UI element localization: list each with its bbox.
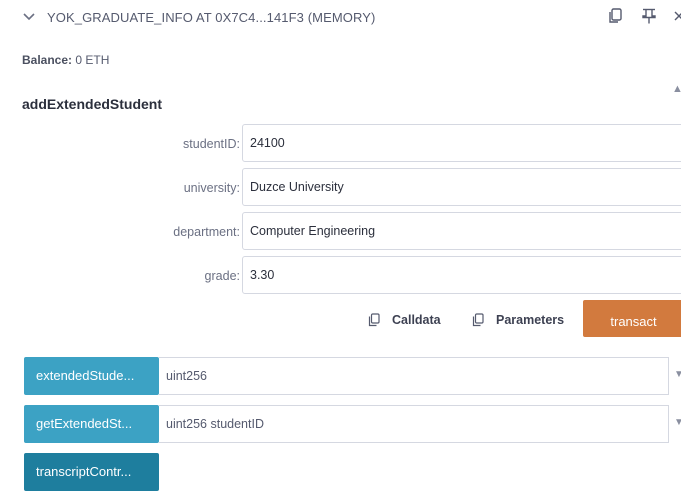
param-label-grade: grade: <box>204 269 240 283</box>
function-title: addExtendedStudent <box>22 96 163 112</box>
extendedstudents-button[interactable]: extendedStude... <box>24 357 159 395</box>
contract-title: YOK_GRADUATE_INFO AT 0X7C4...141F3 (MEMO… <box>47 10 376 25</box>
parameters-button[interactable]: Parameters <box>496 313 564 327</box>
grade-input[interactable]: 3.30 <box>242 256 681 294</box>
getextendedstudent-input[interactable]: uint256 studentID <box>159 405 669 443</box>
extendedstudents-input[interactable]: uint256 <box>159 357 669 395</box>
calldata-button[interactable]: Calldata <box>392 313 441 327</box>
university-input[interactable]: Duzce University <box>242 168 681 206</box>
param-label-department: department: <box>173 225 240 239</box>
copy-calldata-icon[interactable] <box>367 313 381 327</box>
param-label-university: university: <box>183 181 240 195</box>
copy-parameters-icon[interactable] <box>471 313 485 327</box>
close-icon[interactable] <box>672 7 681 25</box>
transcriptcontract-button[interactable]: transcriptContr... <box>24 453 159 491</box>
pin-icon[interactable] <box>640 7 658 25</box>
copy-icon[interactable] <box>606 7 624 25</box>
balance-label: Balance: <box>22 53 73 67</box>
studentid-input[interactable]: 24100 <box>242 124 681 162</box>
balance-value: 0 ETH <box>75 53 110 67</box>
transact-button[interactable]: transact <box>583 300 681 337</box>
getextendedstudent-button[interactable]: getExtendedSt... <box>24 405 159 443</box>
chevron-down-icon[interactable] <box>22 10 36 24</box>
param-label-studentid: studentID: <box>183 137 240 151</box>
collapse-up-icon[interactable]: ▲ <box>672 83 681 95</box>
balance: Balance: 0 ETH <box>22 53 109 67</box>
chevron-down-icon[interactable]: ▼ <box>674 417 681 428</box>
chevron-down-icon[interactable]: ▼ <box>674 369 681 380</box>
department-input[interactable]: Computer Engineering <box>242 212 681 250</box>
